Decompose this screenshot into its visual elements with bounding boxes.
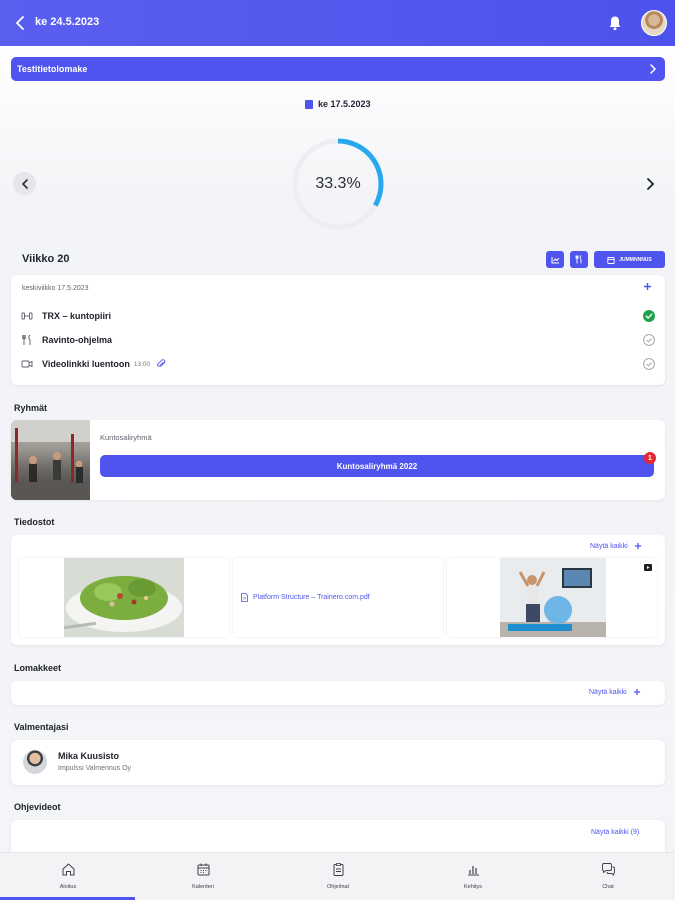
form-banner[interactable]: Testitietolomake: [11, 57, 665, 81]
cutlery-icon: [22, 334, 31, 345]
task-row[interactable]: TRX – kuntopiiri: [21, 308, 655, 324]
group-name: Kuntosaliryhmä: [100, 433, 152, 442]
check-done-icon[interactable]: [643, 310, 655, 322]
top-bar: ke 24.5.2023: [0, 0, 675, 46]
week-schedule-label: JUMMNNNUS: [619, 256, 652, 263]
coach-company: Impulssi Valmennus Oy: [58, 765, 132, 772]
week-chart-button[interactable]: [546, 251, 564, 268]
nav-calendar[interactable]: Kalenteri: [163, 862, 243, 890]
clipboard-icon: [333, 863, 343, 876]
nav-label: Kalenteri: [192, 884, 214, 890]
task-time: 13:00: [133, 360, 151, 368]
videos-title: Ohjevideot: [14, 802, 61, 812]
home-icon: [62, 863, 74, 876]
nav-label: Ohjelmat: [326, 884, 349, 890]
previous-day-button[interactable]: [13, 172, 36, 195]
forms-show-all-link[interactable]: Näytä kaikki: [589, 688, 641, 696]
progress-ring: 33.3%: [290, 136, 386, 232]
task-row[interactable]: Videolinkki luentoon 13:00: [21, 356, 655, 372]
check-pending-icon[interactable]: [643, 334, 655, 346]
coach-title: Valmentajasi: [14, 722, 69, 732]
dumbbell-icon: [21, 312, 33, 320]
group-image: [11, 420, 90, 500]
forms-card: Näytä kaikki: [11, 681, 665, 705]
videos-show-all-label: Näytä kaikki (9): [591, 829, 640, 836]
groups-title: Ryhmät: [14, 403, 48, 413]
calendar-icon: [305, 99, 313, 109]
video-icon: [644, 564, 652, 571]
nav-progress[interactable]: Kehitys: [433, 862, 513, 890]
bottom-navigation: Aloitus Kalenteri Ohjelmat Kehitys Chat: [0, 852, 675, 900]
calendar-icon: [197, 863, 209, 876]
selected-date-label: ke 17.5.2023: [318, 99, 371, 109]
add-task-icon[interactable]: [643, 282, 652, 291]
notification-badge: 1: [644, 452, 656, 464]
attachment-icon[interactable]: [156, 359, 166, 369]
week-nutrition-button[interactable]: [570, 251, 588, 268]
selected-date: ke 17.5.2023: [305, 99, 371, 109]
nav-programs[interactable]: Ohjelmat: [298, 862, 378, 890]
salad-image: [64, 558, 184, 637]
nav-home[interactable]: Aloitus: [28, 862, 108, 890]
group-open-button[interactable]: Kuntosaliryhmä 2022: [100, 455, 654, 477]
forms-title: Lomakkeet: [14, 663, 62, 673]
plus-icon: [634, 542, 641, 550]
task-label: Ravinto-ohjelma: [42, 335, 113, 345]
back-arrow-icon[interactable]: [14, 15, 28, 31]
cutlery-icon: [575, 255, 582, 264]
form-banner-label: Testitietolomake: [17, 64, 88, 74]
videos-show-all-link[interactable]: Näytä kaikki (9): [591, 829, 639, 836]
nav-label: Kehitys: [463, 884, 483, 890]
next-day-button[interactable]: [645, 177, 655, 191]
bell-icon[interactable]: [608, 15, 622, 31]
files-show-all-label: Näytä kaikki: [590, 542, 628, 550]
week-title: Viikko 20: [22, 253, 70, 265]
group-card[interactable]: Kuntosaliryhmä Kuntosaliryhmä 2022 1: [11, 420, 665, 500]
files-show-all-link[interactable]: Näytä kaikki: [590, 542, 642, 550]
day-card: keskiviikko 17.5.2023 TRX – kuntopiiri R…: [11, 275, 665, 385]
bar-chart-icon: [467, 866, 479, 876]
chart-icon: [551, 256, 559, 263]
plus-icon: [633, 688, 640, 696]
forms-show-all-label: Näytä kaikki: [589, 688, 627, 696]
pdf-file-name: Platform Structure – Trainero.com.pdf: [253, 594, 370, 601]
header-date-title: ke 24.5.2023: [35, 16, 100, 28]
files-card: Näytä kaikki Platform Structure – Traine…: [11, 535, 665, 645]
nav-label: Aloitus: [59, 884, 77, 890]
chevron-right-icon: [650, 64, 657, 74]
chevron-left-icon: [21, 178, 28, 189]
day-header: keskiviikko 17.5.2023: [22, 285, 89, 292]
progress-value: 33.3%: [315, 175, 361, 192]
task-row[interactable]: Ravinto-ohjelma: [21, 332, 655, 348]
pdf-file-link[interactable]: Platform Structure – Trainero.com.pdf: [241, 593, 370, 602]
file-tile-pdf[interactable]: Platform Structure – Trainero.com.pdf: [233, 558, 443, 637]
file-tile-image[interactable]: [19, 558, 229, 637]
files-title: Tiedostot: [14, 517, 55, 527]
video-icon: [21, 360, 33, 368]
calendar-icon: [607, 256, 615, 264]
nav-label: Chat: [602, 884, 614, 890]
week-schedule-button[interactable]: JUMMNNNUS: [594, 251, 665, 268]
task-label: Videolinkki luentoon: [42, 359, 130, 369]
nav-chat[interactable]: Chat: [568, 862, 648, 890]
user-avatar[interactable]: [641, 10, 667, 36]
coach-card[interactable]: Mika Kuusisto Impulssi Valmennus Oy: [11, 740, 665, 785]
chat-icon: [601, 863, 615, 876]
coach-avatar: [23, 750, 47, 774]
check-pending-icon[interactable]: [643, 358, 655, 370]
exercise-image: [500, 558, 606, 637]
document-icon: [241, 593, 248, 602]
file-tile-video[interactable]: [447, 558, 657, 637]
task-label: TRX – kuntopiiri: [42, 311, 112, 321]
coach-name: Mika Kuusisto: [58, 751, 120, 761]
